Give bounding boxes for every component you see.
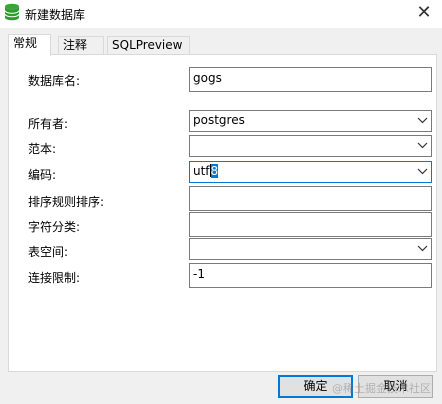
collation-label: 排序规则排序:	[28, 195, 105, 209]
template-select[interactable]	[189, 135, 432, 157]
database-icon	[4, 3, 20, 21]
tab-sqlpreview[interactable]: SQLPreview	[107, 36, 190, 55]
tablespace-label: 表空间:	[28, 245, 69, 259]
encoding-value: utf	[193, 164, 210, 178]
encoding-select[interactable]: utf8	[189, 161, 432, 183]
encoding-label: 编码:	[28, 168, 57, 182]
owner-select[interactable]: postgres	[189, 110, 432, 132]
ctype-label: 字符分类:	[28, 220, 81, 234]
tablespace-select[interactable]	[189, 238, 432, 260]
encoding-selected-text: 8	[210, 164, 219, 178]
db-name-input[interactable]: gogs	[189, 67, 432, 92]
ctype-input[interactable]	[189, 212, 432, 237]
general-panel: 数据库名: gogs 所有者: postgres 范本: 编码: utf8 排序…	[8, 54, 437, 372]
owner-value: postgres	[193, 113, 245, 127]
chevron-down-icon	[417, 142, 428, 149]
collation-input[interactable]	[189, 186, 432, 211]
chevron-down-icon	[417, 245, 428, 252]
conn-limit-label: 连接限制:	[28, 271, 81, 285]
tab-general[interactable]: 常规	[8, 34, 51, 56]
template-label: 范本:	[28, 142, 57, 156]
chevron-down-icon	[417, 168, 428, 175]
title-bar: 新建数据库 ✕	[0, 0, 442, 28]
conn-limit-input[interactable]: -1	[189, 263, 432, 288]
owner-label: 所有者:	[28, 117, 69, 131]
tab-strip: 常规 注释 SQLPreview	[8, 34, 438, 56]
chevron-down-icon	[417, 117, 428, 124]
tab-comment[interactable]: 注释	[58, 36, 104, 55]
watermark: @稀土掘金技术社区	[332, 382, 431, 395]
close-icon[interactable]: ✕	[414, 3, 434, 23]
db-name-label: 数据库名:	[28, 74, 81, 88]
db-name-value: gogs	[193, 71, 222, 85]
conn-limit-value: -1	[193, 267, 205, 281]
window-title: 新建数据库	[25, 8, 86, 22]
